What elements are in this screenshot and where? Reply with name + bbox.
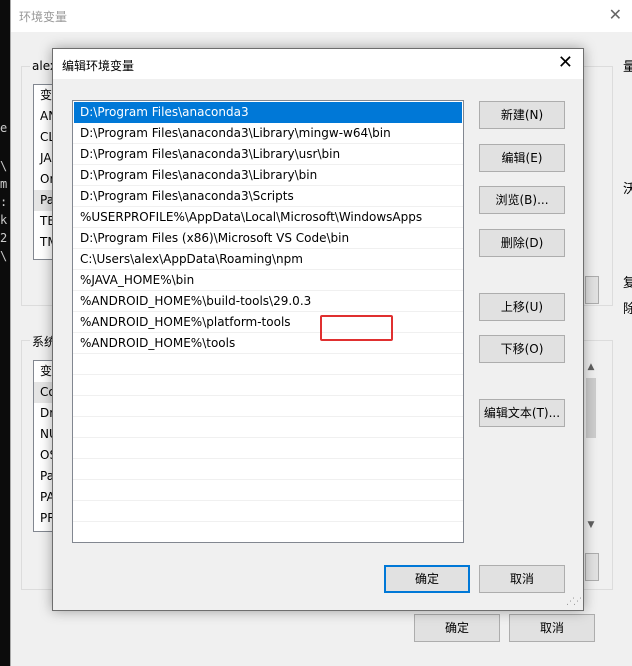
path-item[interactable]: C:\Users\alex\AppData\Roaming\npm [73, 249, 463, 270]
empty-row [73, 354, 463, 375]
bg-ok-button[interactable]: 确定 [414, 614, 500, 642]
empty-row [73, 417, 463, 438]
cancel-button[interactable]: 取消 [479, 565, 565, 593]
terminal-glyph: m [0, 177, 8, 191]
terminal-glyph: 2 [0, 231, 8, 245]
bg-cancel-button[interactable]: 取消 [509, 614, 595, 642]
dialog-title: 编辑环境变量 [62, 59, 135, 73]
empty-row [73, 438, 463, 459]
version-highlight-box [320, 315, 393, 341]
path-item[interactable]: D:\Program Files\anaconda3\Scripts [73, 186, 463, 207]
edit-environment-variable-dialog: 编辑环境变量 ✕ D:\Program Files\anaconda3 D:\P… [52, 48, 584, 611]
bg-close-icon[interactable]: ✕ [609, 5, 622, 24]
right-edge-glyph: 量 [623, 60, 632, 75]
path-item[interactable]: %ANDROID_HOME%\tools [73, 333, 463, 354]
path-list[interactable]: D:\Program Files\anaconda3 D:\Program Fi… [72, 100, 464, 543]
scroll-down-icon[interactable]: ▼ [583, 520, 599, 530]
edit-button[interactable]: 编辑(E) [479, 144, 565, 172]
bg-titlebar: 环境变量 ✕ [11, 0, 632, 32]
path-item[interactable]: D:\Program Files\anaconda3\Library\bin [73, 165, 463, 186]
terminal-glyph: \ [0, 159, 8, 173]
path-item[interactable]: D:\Program Files (x86)\Microsoft VS Code… [73, 228, 463, 249]
bg-dialog-title: 环境变量 [19, 10, 68, 24]
scrollbar-thumb[interactable] [586, 378, 596, 438]
empty-row [73, 501, 463, 522]
path-item[interactable]: D:\Program Files\anaconda3\Library\mingw… [73, 123, 463, 144]
move-down-button[interactable]: 下移(O) [479, 335, 565, 363]
terminal-glyph: k [0, 213, 8, 227]
empty-row [73, 396, 463, 417]
path-item[interactable]: %JAVA_HOME%\bin [73, 270, 463, 291]
empty-row [73, 480, 463, 501]
edit-text-button[interactable]: 编辑文本(T)... [479, 399, 565, 427]
move-up-button[interactable]: 上移(U) [479, 293, 565, 321]
terminal-window: e \ m : k 2 \ [0, 0, 10, 666]
terminal-glyph: \ [0, 249, 8, 263]
dialog-titlebar: 编辑环境变量 ✕ [53, 49, 583, 79]
bg-system-button[interactable] [585, 553, 599, 581]
path-item[interactable]: %USERPROFILE%\AppData\Local\Microsoft\Wi… [73, 207, 463, 228]
resize-grip-icon[interactable]: ⋰⋰ [566, 597, 582, 607]
bg-user-button[interactable] [585, 276, 599, 304]
right-edge-glyph: 沃 [623, 182, 632, 197]
scroll-up-icon[interactable]: ▲ [583, 362, 599, 372]
empty-row [73, 375, 463, 396]
right-edge-glyph: 复 [623, 276, 632, 291]
browse-button[interactable]: 浏览(B)... [479, 186, 565, 214]
delete-button[interactable]: 删除(D) [479, 229, 565, 257]
close-icon[interactable]: ✕ [558, 53, 573, 73]
path-item[interactable]: %ANDROID_HOME%\platform-tools [73, 312, 463, 333]
ok-button[interactable]: 确定 [384, 565, 470, 593]
empty-row [73, 459, 463, 480]
path-item[interactable]: D:\Program Files\anaconda3\Library\usr\b… [73, 144, 463, 165]
right-edge-glyph: 除 [623, 302, 632, 317]
system-list-scrollbar[interactable]: ▲ ▼ [583, 360, 599, 532]
new-button[interactable]: 新建(N) [479, 101, 565, 129]
terminal-glyph: : [0, 195, 8, 209]
terminal-glyph: e [0, 121, 8, 135]
path-item[interactable]: %ANDROID_HOME%\build-tools\29.0.3 [73, 291, 463, 312]
path-item[interactable]: D:\Program Files\anaconda3 [74, 102, 462, 123]
